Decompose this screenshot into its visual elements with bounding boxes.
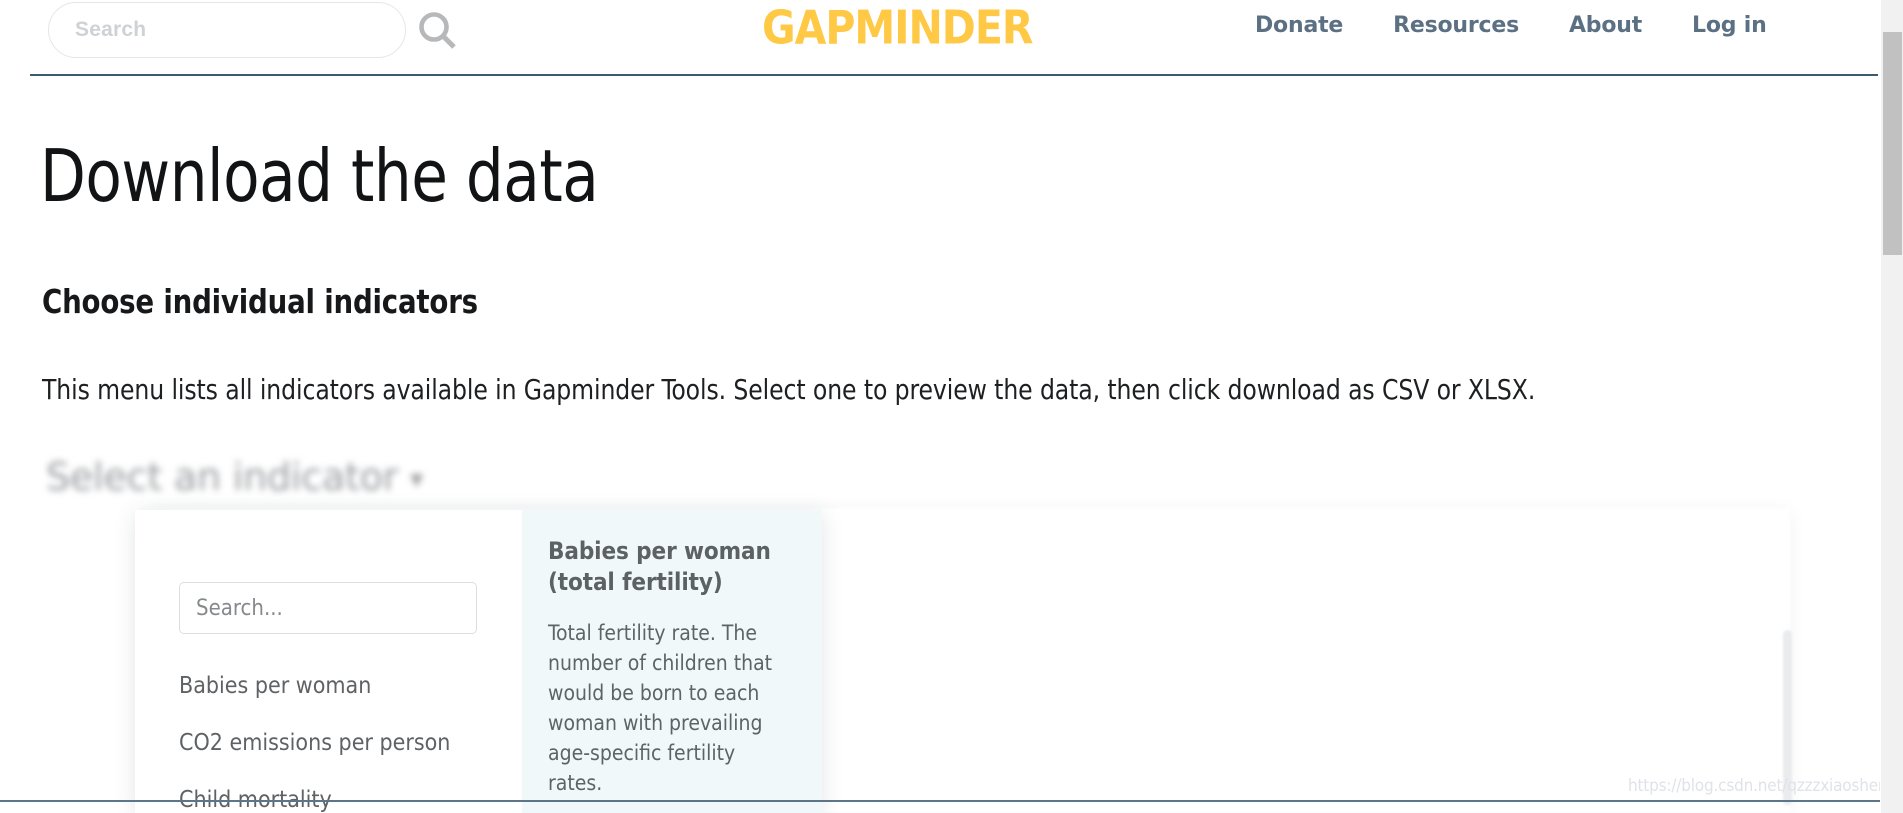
- search-icon[interactable]: [415, 8, 461, 54]
- select-indicator-label[interactable]: Select an indicator ▾: [46, 455, 423, 499]
- indicator-detail-title: Babies per woman (total fertility): [548, 537, 771, 596]
- page-scrollbar-thumb[interactable]: [1883, 32, 1902, 255]
- nav-item-donate[interactable]: Donate: [1255, 13, 1343, 38]
- nav-item-resources[interactable]: Resources: [1393, 13, 1519, 38]
- chevron-down-icon: ▾: [410, 464, 423, 495]
- list-item[interactable]: Child mortality: [179, 772, 519, 813]
- nav-item-login[interactable]: Log in: [1692, 13, 1767, 38]
- watermark: https://blog.csdn.net/qzzzxiaosheng: [1628, 776, 1897, 796]
- indicator-search-input[interactable]: [179, 582, 477, 634]
- bottom-divider: [0, 800, 1880, 802]
- nav-item-about[interactable]: About: [1569, 13, 1642, 38]
- page-title: Download the data: [40, 134, 599, 219]
- gapminder-logo[interactable]: GAPMINDER: [762, 2, 1092, 54]
- page-root: GAPMINDER Donate Resources About Log in …: [0, 0, 1903, 813]
- list-item[interactable]: CO2 emissions per person: [179, 715, 519, 772]
- intro-paragraph: This menu lists all indicators available…: [42, 373, 1536, 406]
- select-indicator-text: Select an indicator: [46, 455, 399, 499]
- site-search[interactable]: [48, 2, 406, 58]
- indicator-detail-description: Total fertility rate. The number of chil…: [548, 621, 773, 795]
- main-nav: Donate Resources About Log in: [1255, 8, 1767, 42]
- header-divider: [30, 74, 1878, 76]
- site-header: GAPMINDER Donate Resources About Log in: [0, 0, 1880, 76]
- indicator-detail-panel: Babies per woman (total fertility) Total…: [522, 510, 822, 813]
- list-item[interactable]: Babies per woman: [179, 658, 519, 715]
- search-input[interactable]: [48, 2, 406, 58]
- modal-search-wrapper[interactable]: [179, 582, 477, 634]
- section-title: Choose individual indicators: [42, 282, 478, 322]
- page-scrollbar-track[interactable]: [1880, 0, 1903, 813]
- indicator-list: Babies per woman CO2 emissions per perso…: [179, 658, 519, 813]
